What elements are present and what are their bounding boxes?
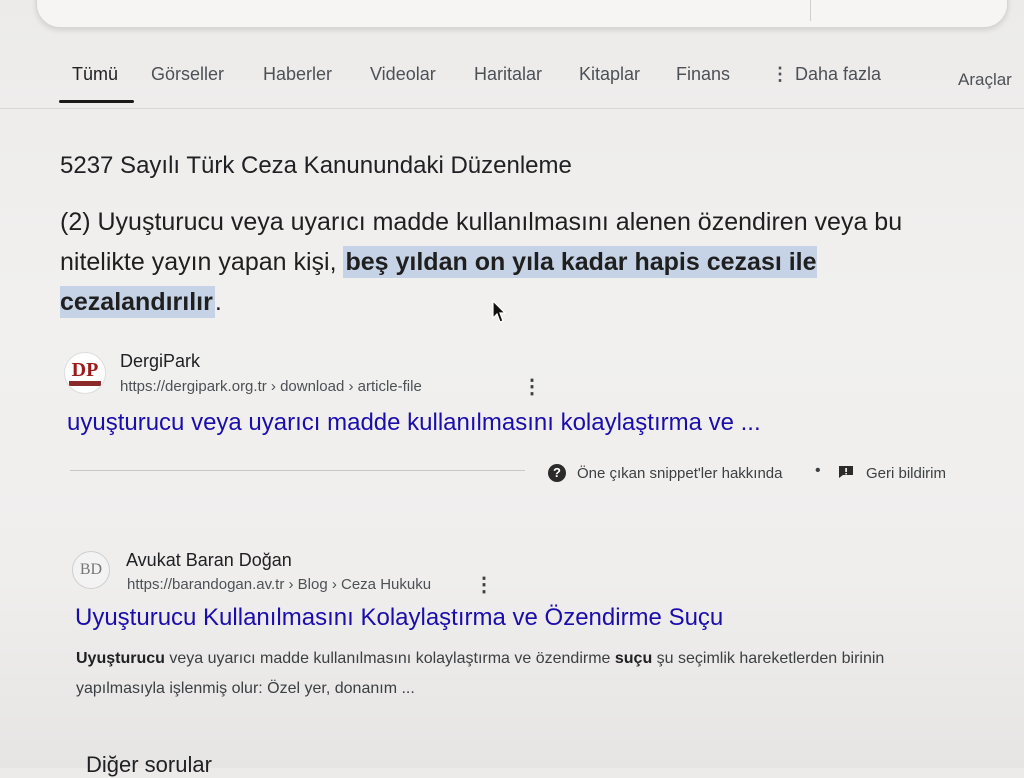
- featured-snippet-text: (2) Uyuşturucu veya uyarıcı madde kullan…: [60, 202, 960, 322]
- tab-more-label: Daha fazla: [795, 64, 882, 84]
- result-description: Uyuşturucu veya uyarıcı madde kullanılma…: [76, 644, 896, 704]
- desc-text-1: veya uyarıcı madde kullanılmasını kolayl…: [164, 650, 615, 667]
- tools-button[interactable]: Araçlar: [958, 70, 1012, 90]
- about-snippets-link[interactable]: Öne çıkan snippet'ler hakkında: [577, 465, 783, 482]
- tab-finance[interactable]: Finans: [676, 64, 730, 85]
- featured-result-link[interactable]: uyuşturucu veya uyarıcı madde kullanılma…: [67, 409, 761, 437]
- barandogan-favicon[interactable]: BD: [72, 551, 110, 589]
- tab-books[interactable]: Kitaplar: [579, 64, 640, 85]
- snippet-text-after: .: [214, 288, 222, 316]
- feedback-link[interactable]: Geri bildirim: [866, 465, 946, 482]
- tab-maps[interactable]: Haritalar: [474, 64, 542, 85]
- more-questions-heading: Diğer sorular: [86, 752, 212, 777]
- more-vert-icon: ⋮: [771, 64, 789, 84]
- search-bar-divider: [810, 0, 811, 21]
- tab-news[interactable]: Haberler: [263, 64, 332, 85]
- tabs-divider: [0, 108, 1024, 109]
- result-source-url[interactable]: https://barandogan.av.tr › Blog › Ceza H…: [127, 576, 431, 593]
- dergipark-favicon[interactable]: DP: [64, 352, 106, 394]
- result-title-link[interactable]: Uyuşturucu Kullanılmasını Kolaylaştırma …: [75, 604, 723, 632]
- dergipark-logo-text: DP: [71, 359, 99, 381]
- result-source-name[interactable]: Avukat Baran Doğan: [126, 550, 292, 571]
- search-tabs: Tümü Görseller Haberler Videolar Harital…: [0, 58, 1024, 108]
- more-options-icon[interactable]: ⋮: [522, 377, 542, 397]
- tab-images[interactable]: Görseller: [151, 64, 224, 85]
- active-tab-indicator: [59, 100, 134, 103]
- search-bar[interactable]: [36, 0, 1008, 28]
- mouse-pointer-icon: [492, 300, 507, 323]
- tab-more[interactable]: ⋮ Daha fazla: [771, 64, 881, 85]
- source-url[interactable]: https://dergipark.org.tr › download › ar…: [120, 378, 422, 395]
- source-name[interactable]: DergiPark: [120, 351, 200, 372]
- desc-bold-2: suçu: [614, 650, 653, 667]
- tab-videos[interactable]: Videolar: [370, 64, 436, 85]
- snippet-divider: [70, 470, 525, 471]
- tab-all[interactable]: Tümü: [72, 64, 118, 85]
- result-more-options-icon[interactable]: ⋮: [474, 575, 494, 595]
- feedback-icon[interactable]: [838, 465, 854, 479]
- help-icon[interactable]: ?: [548, 464, 566, 482]
- separator-dot: •: [815, 462, 821, 479]
- desc-bold-1: Uyuşturucu: [76, 650, 165, 667]
- dergipark-logo-bar: [69, 381, 101, 386]
- featured-snippet-title: 5237 Sayılı Türk Ceza Kanunundaki Düzenl…: [60, 152, 572, 179]
